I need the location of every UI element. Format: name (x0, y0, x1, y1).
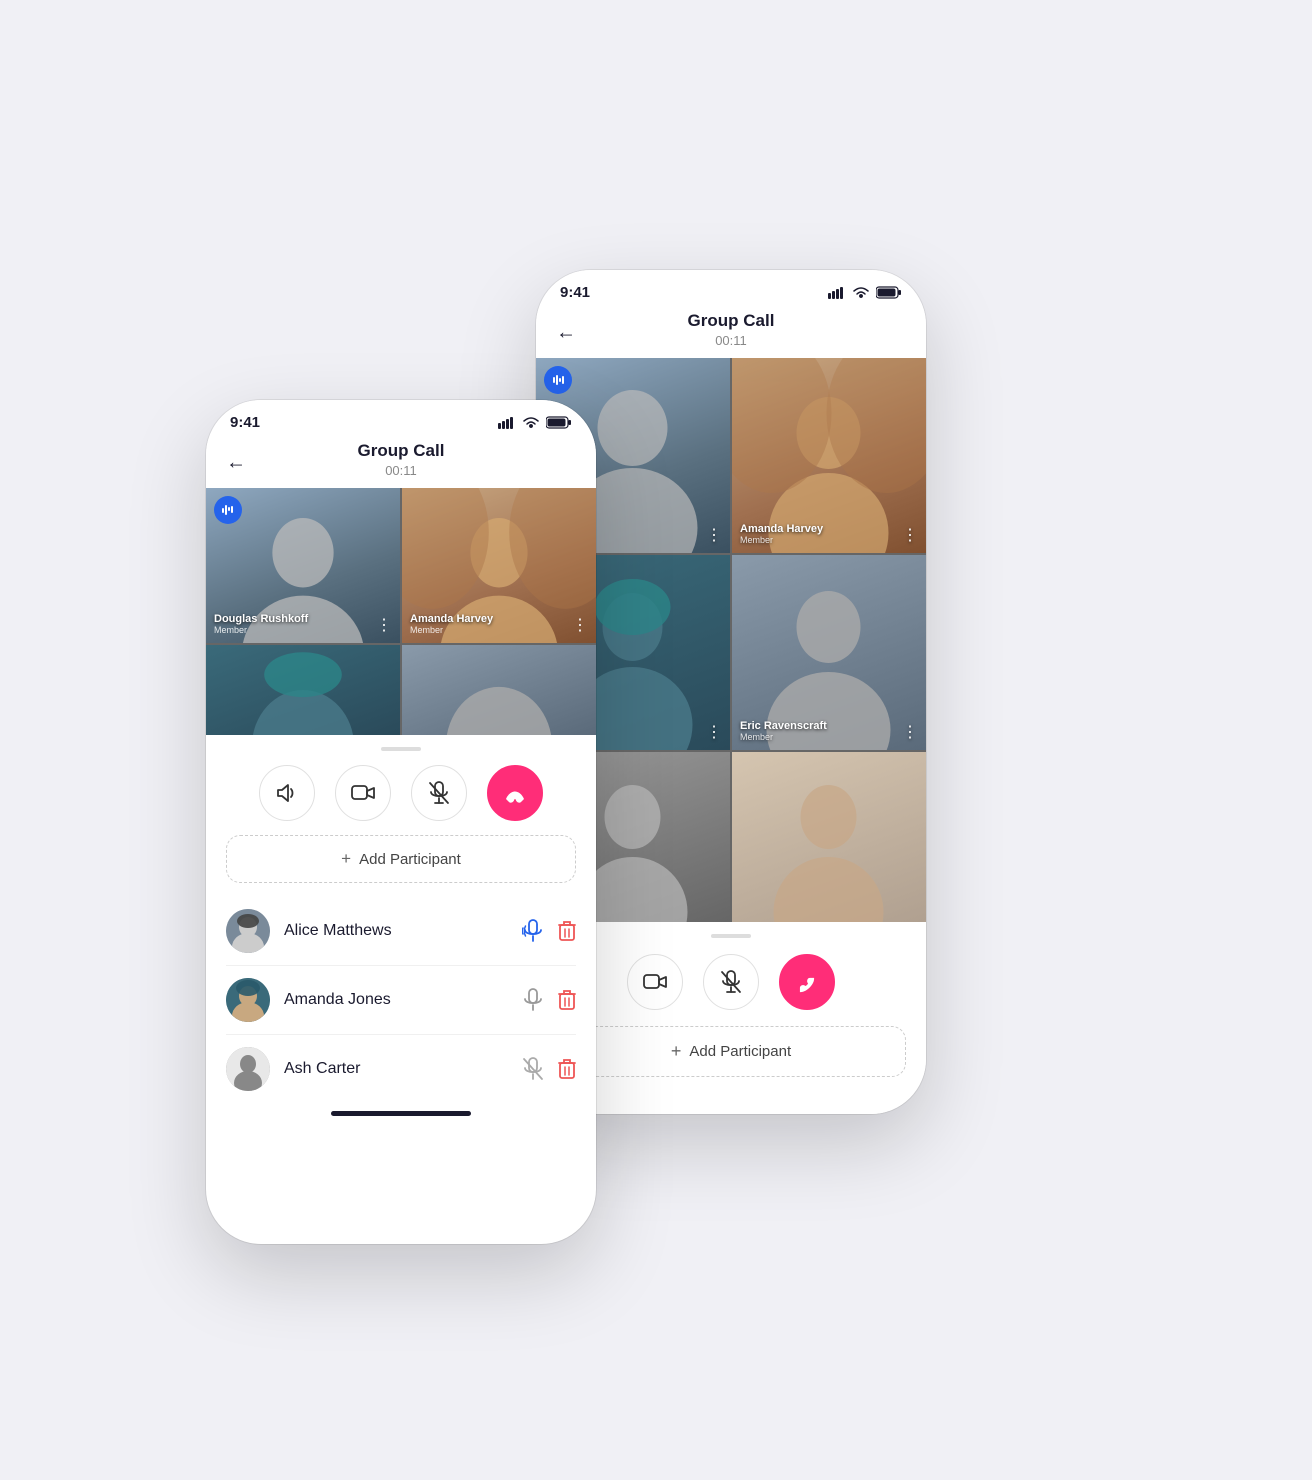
back-end-call-btn[interactable] (779, 954, 835, 1010)
back-drag-handle (711, 934, 751, 938)
front-call-header: ← Group Call 00:11 (206, 437, 596, 488)
front-wifi-icon (522, 416, 540, 430)
front-home-indicator-container (206, 1103, 596, 1126)
front-rushkoff-more[interactable]: ⋮ (376, 615, 392, 635)
alice-name: Alice Matthews (284, 922, 522, 940)
alice-actions (522, 919, 576, 943)
back-time: 9:41 (560, 284, 590, 301)
back-amanda-info: Amanda Harvey Member (740, 523, 823, 545)
front-add-participant[interactable]: + Add Participant (226, 835, 576, 883)
alice-mic-icon[interactable] (522, 919, 544, 943)
back-arrow-btn[interactable]: ← (556, 321, 576, 344)
back-cell-eric: Eric Ravenscraft Member ⋮ (732, 555, 926, 750)
back-status-icons (828, 286, 902, 300)
back-rushkoff-audio (544, 366, 572, 394)
back-cell-amanda: Amanda Harvey Member ⋮ (732, 358, 926, 553)
battery-icon (876, 286, 902, 299)
back-status-bar: 9:41 (536, 270, 926, 307)
ash-carter-delete-icon[interactable] (558, 1058, 576, 1080)
back-add-participant[interactable]: + Add Participant (556, 1026, 906, 1077)
back-eric-more[interactable]: ⋮ (902, 722, 918, 742)
front-cell-rushkoff: Douglas Rushkoff Member ⋮ (206, 488, 400, 643)
amanda-jones-actions (522, 988, 576, 1012)
amanda-jones-mic-icon[interactable] (522, 988, 544, 1012)
signal-icon (828, 287, 846, 299)
front-status-bar: 9:41 (206, 400, 596, 437)
front-amanda-more[interactable]: ⋮ (572, 615, 588, 635)
alice-delete-icon[interactable] (558, 920, 576, 942)
front-back-btn[interactable]: ← (226, 451, 246, 474)
front-add-label: Add Participant (359, 851, 461, 868)
front-rushkoff-audio (214, 496, 242, 524)
amanda-jones-avatar (226, 978, 270, 1022)
front-video-btn[interactable] (335, 765, 391, 821)
wifi-icon (852, 286, 870, 300)
front-home-indicator (331, 1111, 471, 1116)
front-call-timer: 00:11 (206, 463, 596, 478)
back-add-plus: + (671, 1041, 682, 1062)
front-participants-list: Alice Matthews (206, 897, 596, 1103)
back-morgan-more[interactable]: ⋮ (706, 722, 722, 742)
front-cell-amanda: Amanda Harvey Member ⋮ (402, 488, 596, 643)
ash-carter-name: Ash Carter (284, 1060, 522, 1078)
front-amanda-info: Amanda Harvey Member (410, 613, 493, 635)
phone-front: 9:41 (206, 400, 596, 1244)
back-call-title: Group Call (536, 311, 926, 331)
back-rushkoff-more[interactable]: ⋮ (706, 525, 722, 545)
front-end-call-btn[interactable] (487, 765, 543, 821)
ash-carter-avatar (226, 1047, 270, 1091)
front-signal-icon (498, 417, 516, 429)
front-drag-handle (381, 747, 421, 751)
participant-item-amanda-jones: Amanda Jones (226, 966, 576, 1035)
participant-item-alice: Alice Matthews (226, 897, 576, 966)
back-mute-btn[interactable] (703, 954, 759, 1010)
front-bottom-panel: + Add Participant (206, 735, 596, 1126)
amanda-jones-name: Amanda Jones (284, 991, 522, 1009)
front-status-icons (498, 416, 572, 430)
front-mute-btn[interactable] (411, 765, 467, 821)
front-rushkoff-info: Douglas Rushkoff Member (214, 613, 308, 635)
participant-item-ash-carter: Ash Carter (226, 1035, 576, 1103)
front-video-grid: Douglas Rushkoff Member ⋮ Amanda Harvey … (206, 488, 596, 735)
back-call-timer: 00:11 (536, 333, 926, 348)
front-battery-icon (546, 416, 572, 429)
back-call-header: ← Group Call 00:11 (536, 307, 926, 358)
front-add-plus: + (341, 849, 351, 869)
back-add-label: Add Participant (689, 1043, 791, 1060)
front-action-buttons (206, 765, 596, 835)
back-cell-person6 (732, 752, 926, 922)
back-amanda-more[interactable]: ⋮ (902, 525, 918, 545)
front-call-title: Group Call (206, 441, 596, 461)
back-eric-info: Eric Ravenscraft Member (740, 720, 827, 742)
front-cell-partial1 (206, 645, 400, 735)
ash-carter-mic-icon[interactable] (522, 1057, 544, 1081)
front-time: 9:41 (230, 414, 260, 431)
back-video-btn[interactable] (627, 954, 683, 1010)
front-cell-partial2 (402, 645, 596, 735)
alice-avatar (226, 909, 270, 953)
phones-container: 9:41 (206, 140, 1106, 1340)
amanda-jones-delete-icon[interactable] (558, 989, 576, 1011)
ash-carter-actions (522, 1057, 576, 1081)
front-speaker-btn[interactable] (259, 765, 315, 821)
